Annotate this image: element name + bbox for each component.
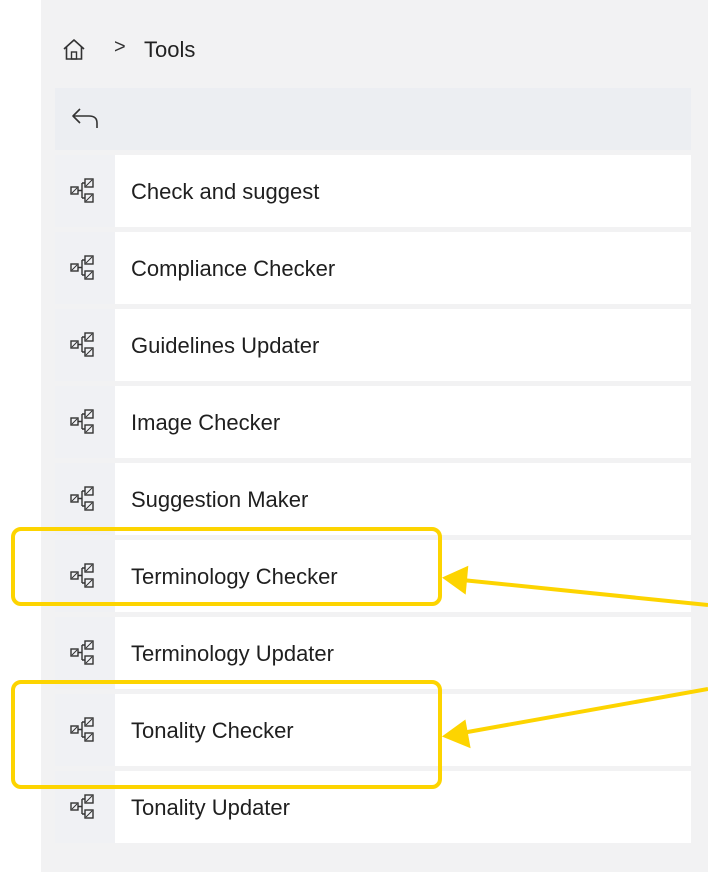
workflow-icon — [70, 794, 94, 819]
tool-icon-box — [55, 463, 115, 535]
tool-item-suggestion-maker[interactable]: Suggestion Maker — [55, 463, 691, 535]
tool-icon-box — [55, 155, 115, 227]
workflow-icon — [70, 640, 94, 665]
tool-item-label: Suggestion Maker — [131, 487, 309, 512]
highlight-box-tonality-checker — [11, 680, 442, 789]
home-icon[interactable] — [62, 38, 86, 62]
workflow-icon — [70, 178, 94, 203]
workflow-icon — [70, 332, 94, 357]
tool-icon-box — [55, 309, 115, 381]
breadcrumb-current: Tools — [144, 37, 196, 62]
back-arrow-icon — [72, 108, 98, 128]
workflow-icon — [70, 409, 94, 434]
back-button[interactable] — [55, 88, 691, 150]
workflow-icon — [70, 486, 94, 511]
tool-item-guidelines-updater[interactable]: Guidelines Updater — [55, 309, 691, 381]
tool-item-image-checker[interactable]: Image Checker — [55, 386, 691, 458]
breadcrumb-separator: > — [114, 36, 126, 58]
tool-item-label: Image Checker — [131, 410, 281, 435]
tool-icon-box — [55, 232, 115, 304]
workflow-icon — [70, 255, 94, 280]
tool-item-label: Compliance Checker — [131, 256, 336, 281]
tool-icon-box — [55, 386, 115, 458]
tool-item-check-and-suggest[interactable]: Check and suggest — [55, 155, 691, 227]
tool-item-compliance-checker[interactable]: Compliance Checker — [55, 232, 691, 304]
tool-item-terminology-updater[interactable]: Terminology Updater — [55, 617, 691, 689]
tool-item-label: Check and suggest — [131, 179, 320, 204]
tool-item-label: Tonality Updater — [131, 795, 290, 820]
highlight-box-terminology-checker — [11, 527, 442, 606]
tool-item-label: Terminology Updater — [131, 641, 334, 666]
tool-icon-box — [55, 617, 115, 689]
breadcrumb: > Tools — [41, 0, 708, 88]
tool-item-label: Guidelines Updater — [131, 333, 320, 358]
